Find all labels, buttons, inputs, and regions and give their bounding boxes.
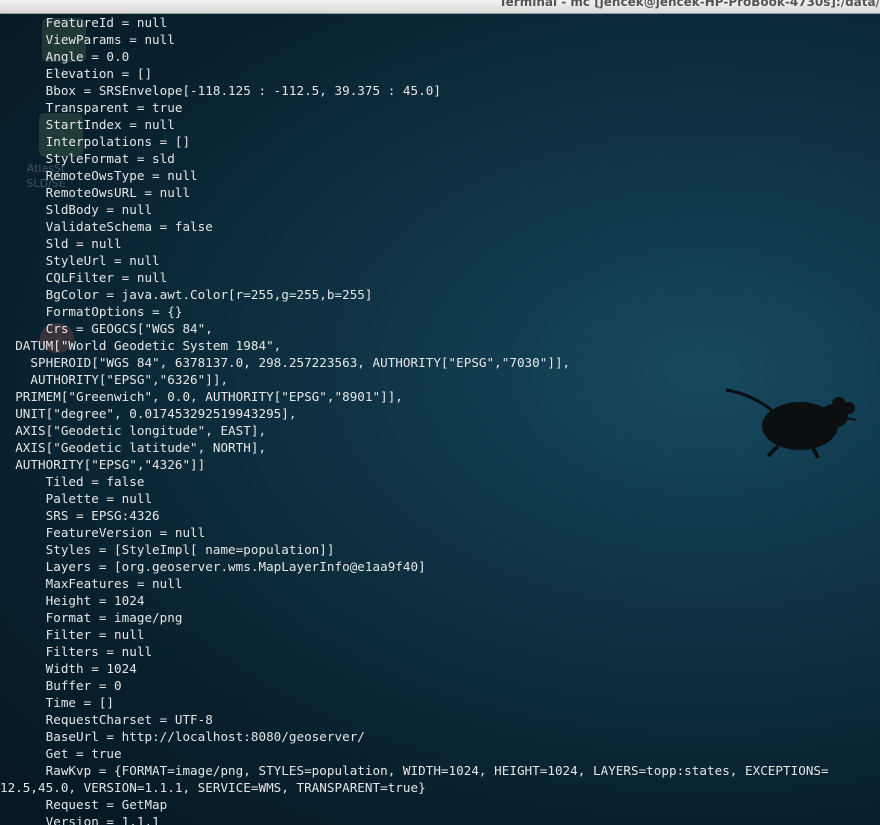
terminal-line: Elevation = [] xyxy=(0,66,153,81)
terminal-line: AXIS["Geodetic latitude", NORTH], xyxy=(0,440,267,455)
terminal-line: PRIMEM["Greenwich", 0.0, AUTHORITY["EPSG… xyxy=(0,389,403,404)
terminal-line: Width = 1024 xyxy=(0,661,137,676)
terminal-line: StyleFormat = sld xyxy=(0,151,175,166)
terminal-line: BaseUrl = http://localhost:8080/geoserve… xyxy=(0,729,365,744)
terminal-line: SldBody = null xyxy=(0,202,153,217)
terminal-line: UNIT["degree", 0.017453292519943295], xyxy=(0,406,297,421)
terminal-line: Bbox = SRSEnvelope[-118.125 : -112.5, 39… xyxy=(0,83,441,98)
terminal-line: Palette = null xyxy=(0,491,153,506)
terminal-line: Filter = null xyxy=(0,627,145,642)
terminal-line: Crs = GEOGCS["WGS 84", xyxy=(0,321,213,336)
terminal-line: Angle = 0.0 xyxy=(0,49,130,64)
terminal-line: Tiled = false xyxy=(0,474,145,489)
terminal-line: RemoteOwsURL = null xyxy=(0,185,191,200)
terminal-line: Version = 1.1.1 xyxy=(0,814,160,825)
window-title: Terminal - mc [jencek@jencek-HP-ProBook-… xyxy=(499,0,880,9)
terminal-line: RemoteOwsType = null xyxy=(0,168,198,183)
terminal-line: DATUM["World Geodetic System 1984", xyxy=(0,338,282,353)
terminal-line: Interpolations = [] xyxy=(0,134,191,149)
terminal-line: Layers = [org.geoserver.wms.MapLayerInfo… xyxy=(0,559,426,574)
terminal-line: Request = GetMap xyxy=(0,797,168,812)
terminal-line: FeatureVersion = null xyxy=(0,525,206,540)
terminal-line: FormatOptions = {} xyxy=(0,304,183,319)
terminal-line: MaxFeatures = null xyxy=(0,576,183,591)
terminal-line: Filters = null xyxy=(0,644,153,659)
terminal-line: AXIS["Geodetic longitude", EAST], xyxy=(0,423,267,438)
terminal-line: Styles = [StyleImpl[ name=population]] xyxy=(0,542,335,557)
terminal-line: 12.5,45.0, VERSION=1.1.1, SERVICE=WMS, T… xyxy=(0,780,426,795)
window-titlebar[interactable]: Terminal - mc [jencek@jencek-HP-ProBook-… xyxy=(0,0,880,14)
terminal-line: SRS = EPSG:4326 xyxy=(0,508,160,523)
terminal-line: RequestCharset = UTF-8 xyxy=(0,712,213,727)
terminal-line: AUTHORITY["EPSG","6326"]], xyxy=(0,372,229,387)
terminal-line: Buffer = 0 xyxy=(0,678,122,693)
terminal-line: Transparent = true xyxy=(0,100,183,115)
terminal-line: Get = true xyxy=(0,746,122,761)
terminal-line: RawKvp = {FORMAT=image/png, STYLES=popul… xyxy=(0,763,829,778)
terminal-line: Height = 1024 xyxy=(0,593,145,608)
terminal-line: AUTHORITY["EPSG","4326"]] xyxy=(0,457,206,472)
terminal-line: StartIndex = null xyxy=(0,117,175,132)
terminal-line: Time = [] xyxy=(0,695,115,710)
terminal-line: Sld = null xyxy=(0,236,122,251)
terminal-line: FeatureId = null xyxy=(0,15,168,30)
terminal-output[interactable]: FeatureId = null ViewParams = null Angle… xyxy=(0,14,880,825)
terminal-line: Format = image/png xyxy=(0,610,183,625)
terminal-line: CQLFilter = null xyxy=(0,270,168,285)
terminal-line: BgColor = java.awt.Color[r=255,g=255,b=2… xyxy=(0,287,373,302)
terminal-line: ViewParams = null xyxy=(0,32,175,47)
terminal-line: StyleUrl = null xyxy=(0,253,160,268)
terminal-line: SPHEROID["WGS 84", 6378137.0, 298.257223… xyxy=(0,355,571,370)
terminal-line: ValidateSchema = false xyxy=(0,219,213,234)
